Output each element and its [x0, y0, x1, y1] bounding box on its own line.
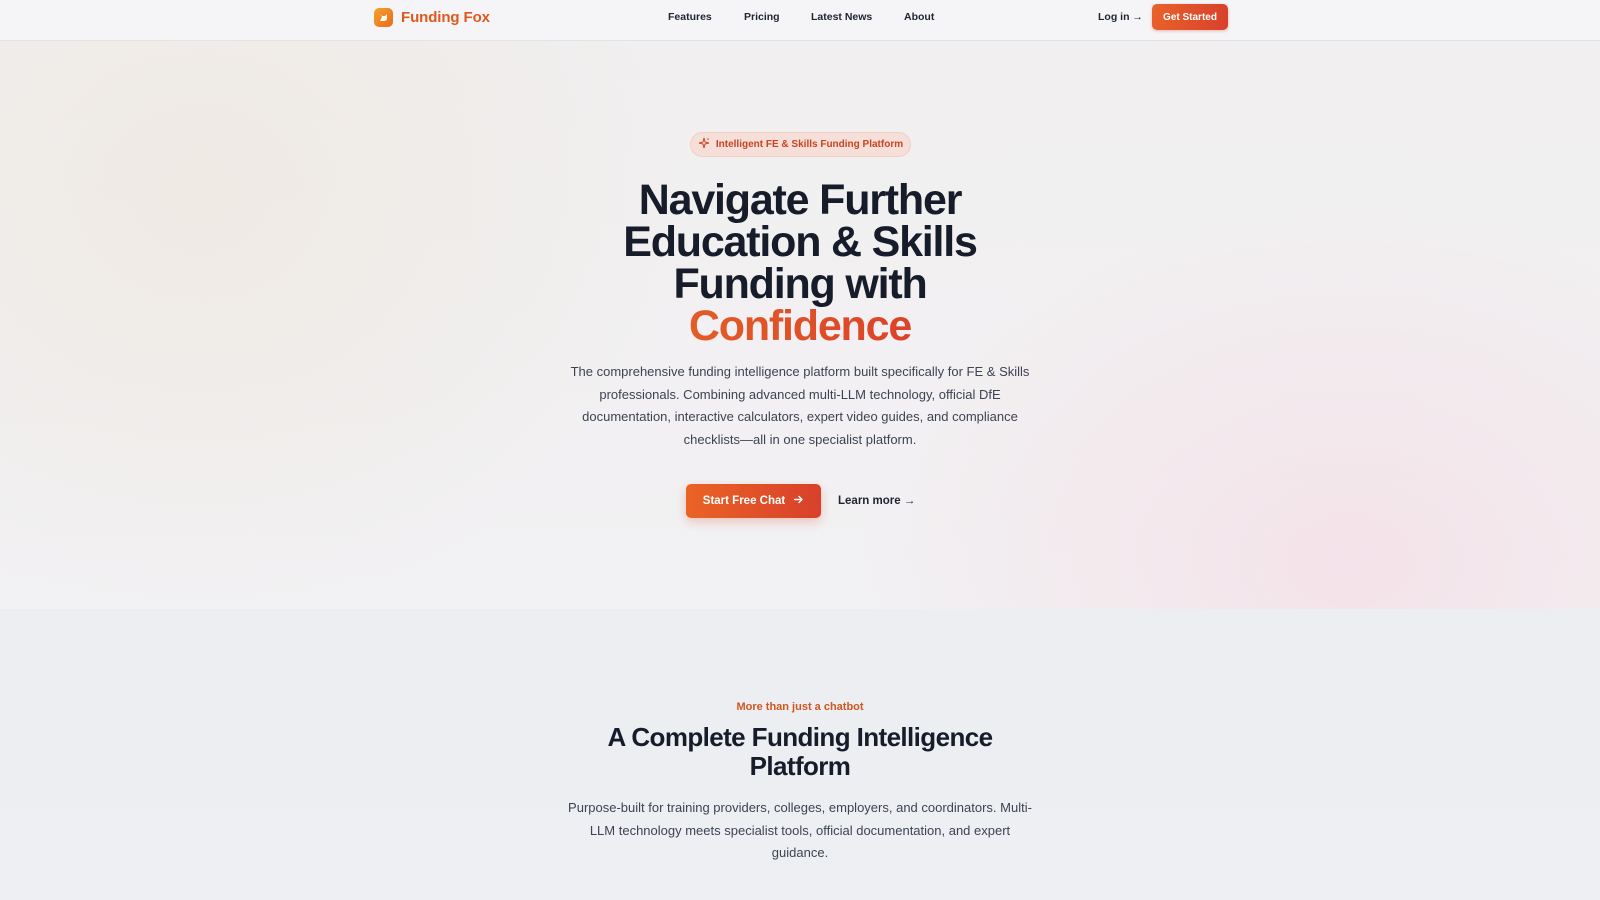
platform-badge: Intelligent FE & Skills Funding Platform [690, 132, 911, 157]
nav-link-pricing[interactable]: Pricing [744, 11, 780, 23]
hero-subtitle: The comprehensive funding intelligence p… [570, 364, 1030, 447]
hero-section: Intelligent FE & Skills Funding Platform… [0, 41, 1600, 609]
badge-text: Intelligent FE & Skills Funding Platform [715, 139, 904, 150]
learn-more-link[interactable]: Learn more → [838, 484, 915, 518]
headline-accent: Confidence [560, 305, 1040, 348]
features-intro-section: More than just a chatbot A Complete Fund… [0, 609, 1600, 900]
arrow-right-icon [793, 494, 804, 508]
start-free-chat-label: Start Free Chat [702, 495, 786, 507]
top-navigation: Funding Fox Features Pricing Latest News… [0, 0, 1600, 41]
nav-link-latest-news[interactable]: Latest News [811, 11, 872, 23]
section-title: A Complete Funding Intelligence Platform [607, 722, 994, 781]
login-link[interactable]: Log in → [1098, 11, 1143, 23]
section-subtitle: Purpose-built for training providers, co… [568, 800, 1032, 860]
nav-link-about[interactable]: About [904, 11, 934, 23]
brand-name: Funding Fox [401, 9, 490, 26]
brand-logo-link[interactable]: Funding Fox [374, 8, 490, 27]
fox-logo-icon [374, 8, 393, 27]
hero-headline: Navigate Further Education & Skills Fund… [560, 176, 1040, 348]
nav-link-features[interactable]: Features [668, 11, 712, 23]
headline-main: Navigate Further Education & Skills Fund… [623, 176, 978, 308]
sparkle-icon [698, 136, 710, 154]
get-started-label: Get Started [1163, 11, 1217, 23]
get-started-button[interactable]: Get Started [1152, 4, 1228, 30]
section-eyebrow: More than just a chatbot [736, 701, 864, 713]
start-free-chat-button[interactable]: Start Free Chat [686, 484, 821, 518]
